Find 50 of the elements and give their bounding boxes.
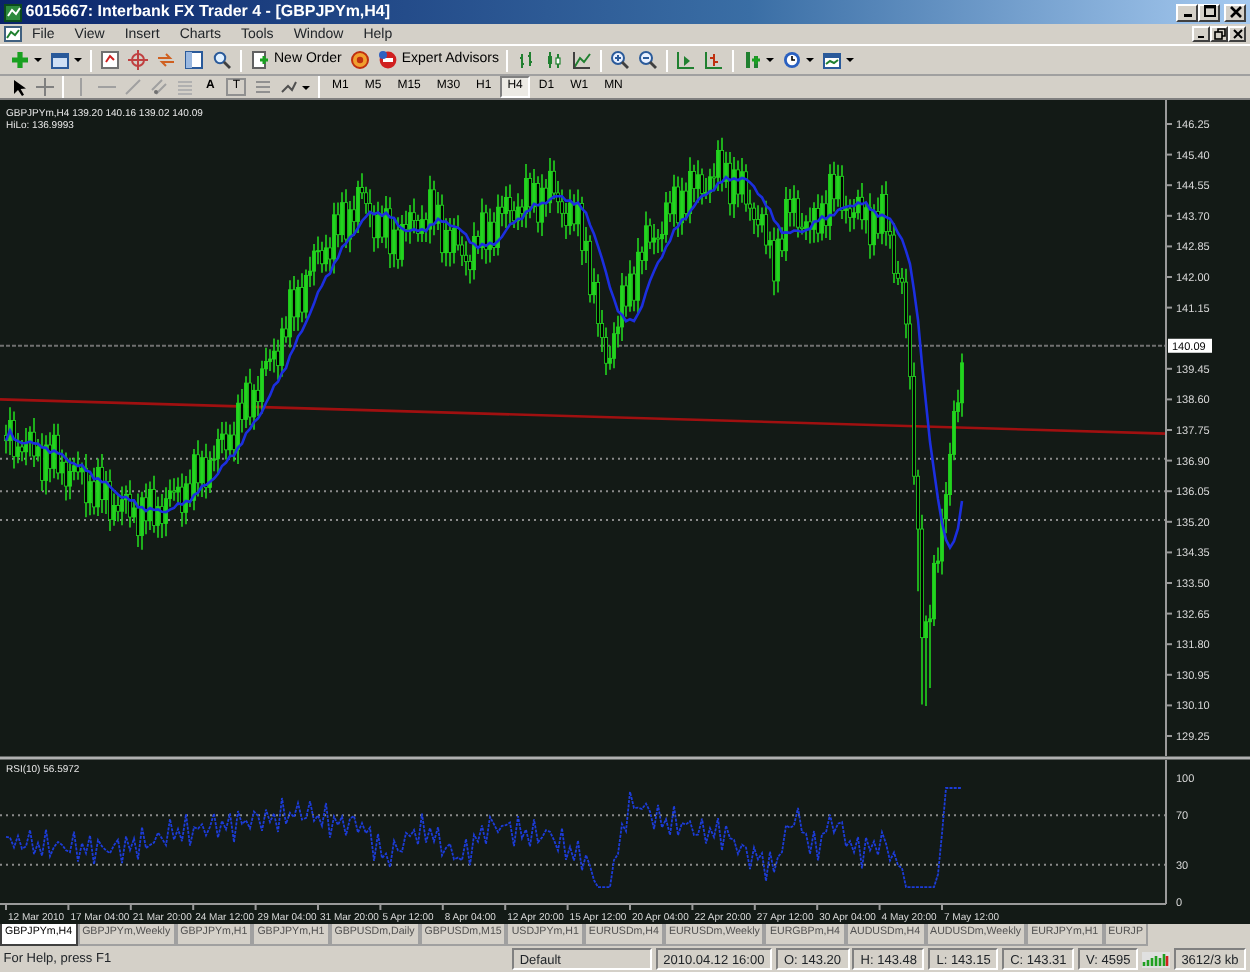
caret-icon (806, 58, 815, 62)
window-button[interactable] (46, 48, 86, 72)
caret-icon (74, 58, 82, 62)
magnifier-icon (212, 50, 232, 70)
template-button[interactable] (818, 48, 859, 72)
zoom-out-icon (638, 50, 659, 70)
close-button[interactable] (1228, 26, 1246, 42)
plus-icon (10, 50, 30, 70)
maximize-button[interactable] (1198, 3, 1220, 21)
caret-icon (302, 85, 311, 89)
auto-scroll-icon (704, 50, 725, 70)
target-button[interactable] (345, 48, 374, 72)
app-icon (4, 3, 22, 21)
close-icon (1231, 28, 1243, 40)
maximize-icon (1201, 4, 1217, 20)
target-icon (349, 50, 370, 70)
panel-icon (184, 50, 204, 70)
caret-icon (34, 58, 42, 62)
fibonacci-icon (176, 78, 194, 96)
caret-icon (846, 58, 855, 62)
close-icon (1227, 4, 1243, 20)
candlestick-icon (544, 50, 565, 70)
connection-icon (1141, 951, 1170, 967)
bar-chart-icon (516, 50, 537, 70)
minimize-button[interactable] (1192, 26, 1210, 42)
zoom-in-icon (610, 50, 631, 70)
restore-button[interactable] (1210, 26, 1228, 42)
clock-button[interactable] (778, 48, 819, 72)
market-watch-button[interactable] (96, 48, 124, 72)
line-chart-button[interactable] (568, 48, 597, 72)
magnifier-button[interactable] (208, 48, 236, 72)
caret-icon (766, 58, 775, 62)
restore-icon (1213, 28, 1225, 40)
template-icon (822, 50, 843, 70)
close-button[interactable] (1224, 3, 1246, 21)
window-icon (50, 50, 70, 70)
lines-icon (254, 78, 273, 96)
line-chart-icon (572, 50, 593, 70)
clock-icon (782, 50, 803, 70)
indicator-icon (742, 50, 763, 70)
crosshair-button[interactable] (124, 48, 152, 72)
panel-button[interactable] (180, 48, 208, 72)
document-icon (250, 50, 270, 70)
market-watch-icon (100, 50, 120, 70)
window-title: 6015667: Interbank FX Trader 4 - [GBPJPYm,H4] (25, 0, 393, 24)
crosshair-icon (128, 50, 148, 70)
chart-shift-icon (676, 50, 697, 70)
cursor-icon (10, 78, 28, 96)
stop-icon (377, 50, 398, 70)
minimize-button[interactable] (1176, 3, 1198, 21)
